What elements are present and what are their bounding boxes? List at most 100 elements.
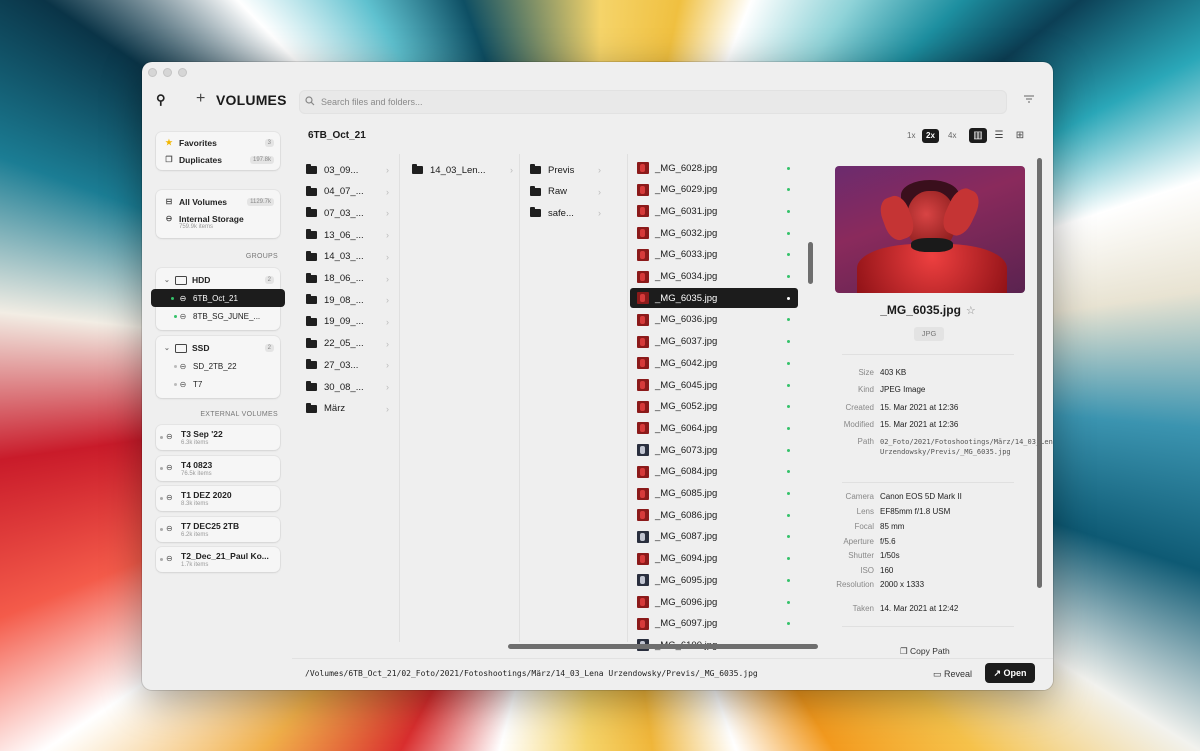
file-label: _MG_6084.jpg bbox=[655, 466, 718, 478]
file-label: _MG_6073.jpg bbox=[655, 444, 718, 456]
external-volume-item[interactable]: ⊖ T1 DEZ 2020 8.3k items bbox=[156, 486, 280, 511]
folder-item[interactable]: 14_03_Len... › bbox=[412, 160, 516, 180]
file-label: _MG_6036.jpg bbox=[655, 314, 718, 326]
folder-label: 27_03... bbox=[324, 359, 359, 371]
zoom-4x-button[interactable]: 4x bbox=[944, 129, 960, 143]
file-row[interactable]: _MG_6052.jpg bbox=[630, 397, 798, 417]
zoom-2x-button[interactable]: 2x bbox=[922, 129, 939, 143]
status-dot bbox=[787, 448, 790, 452]
file-row[interactable]: _MG_6094.jpg bbox=[630, 549, 798, 569]
file-row[interactable]: _MG_6085.jpg bbox=[630, 484, 798, 504]
file-row[interactable]: _MG_6028.jpg bbox=[630, 158, 798, 178]
external-volume-item[interactable]: ⊖ T7 DEC25 2TB 6.2k items bbox=[156, 517, 280, 542]
folder-item[interactable]: 22_05_... › bbox=[306, 334, 398, 354]
list-view-icon[interactable]: ☰ bbox=[990, 128, 1008, 143]
reveal-button[interactable]: ▭ Reveal bbox=[927, 664, 978, 684]
volume-item-t7[interactable]: ⊖ T7 bbox=[156, 375, 280, 393]
folder-item[interactable]: safe... › bbox=[530, 203, 626, 223]
add-icon[interactable]: + bbox=[196, 90, 205, 108]
folder-item[interactable]: 30_08_... › bbox=[306, 377, 398, 397]
copy-path-button[interactable]: ❐ Copy Path bbox=[900, 646, 950, 657]
zoom-1x-button[interactable]: 1x bbox=[903, 129, 919, 143]
group-header-hdd[interactable]: ⌄ HDD 2 bbox=[156, 271, 280, 289]
status-dot bbox=[174, 314, 177, 318]
divider bbox=[842, 354, 1014, 355]
chevron-down-icon[interactable]: ⌄ bbox=[164, 276, 172, 284]
folder-item[interactable]: Previs › bbox=[530, 160, 626, 180]
chevron-right-icon: › bbox=[386, 338, 389, 349]
sidebar-item-duplicates[interactable]: ❐ Duplicates 197.8k bbox=[156, 151, 280, 168]
folder-item[interactable]: März › bbox=[306, 399, 398, 419]
file-row[interactable]: _MG_6087.jpg bbox=[630, 527, 798, 547]
file-label: _MG_6064.jpg bbox=[655, 422, 718, 434]
folder-item[interactable]: 27_03... › bbox=[306, 355, 398, 375]
folder-item[interactable]: 18_06_... › bbox=[306, 269, 398, 289]
grid-view-icon[interactable]: ⊞ bbox=[1011, 128, 1029, 143]
file-row[interactable]: _MG_6033.jpg bbox=[630, 245, 798, 265]
folder-item[interactable]: 13_06_... › bbox=[306, 225, 398, 245]
file-row[interactable]: _MG_6045.jpg bbox=[630, 375, 798, 395]
count-badge: 197.8k bbox=[249, 155, 274, 164]
groups-heading: GROUPS bbox=[245, 253, 278, 260]
folder-item[interactable]: Raw › bbox=[530, 182, 626, 202]
external-volume-item[interactable]: ⊖ T2_Dec_21_Paul Ko... 1.7k items bbox=[156, 547, 280, 572]
group-ssd: ⌄ SSD 2 ⊖ SD_2TB_22 ⊖ T7 bbox=[156, 336, 280, 398]
close-window-button[interactable] bbox=[148, 68, 157, 77]
copy-icon: ❐ bbox=[900, 646, 908, 656]
file-row[interactable]: _MG_6096.jpg bbox=[630, 592, 798, 612]
search-bar[interactable] bbox=[299, 90, 1007, 114]
external-volume-item[interactable]: ⊖ T3 Sep '22 6.3k items bbox=[156, 425, 280, 450]
file-row[interactable]: _MG_6032.jpg bbox=[630, 223, 798, 243]
file-row[interactable]: _MG_6037.jpg bbox=[630, 332, 798, 352]
file-row[interactable]: _MG_6084.jpg bbox=[630, 462, 798, 482]
thumbnail-icon bbox=[637, 487, 649, 500]
file-row[interactable]: _MG_6035.jpg bbox=[630, 288, 798, 309]
file-row[interactable]: _MG_6064.jpg bbox=[630, 418, 798, 438]
status-dot bbox=[787, 296, 790, 300]
file-row[interactable]: _MG_6042.jpg bbox=[630, 353, 798, 373]
info-panel-scrollbar[interactable] bbox=[1037, 158, 1042, 588]
favorite-star-icon[interactable]: ☆ bbox=[966, 305, 976, 317]
zoom-window-button[interactable] bbox=[178, 68, 187, 77]
folder-item[interactable]: 07_03_... › bbox=[306, 203, 398, 223]
volume-item-sd-2tb-22[interactable]: ⊖ SD_2TB_22 bbox=[156, 357, 280, 375]
file-label: _MG_6097.jpg bbox=[655, 618, 718, 630]
sidebar-item-all-volumes[interactable]: ⊟ All Volumes 1129.7k bbox=[156, 193, 280, 210]
volume-item-6tb-oct-21[interactable]: ⊖ 6TB_Oct_21 bbox=[151, 289, 285, 307]
open-button[interactable]: ↗ Open bbox=[985, 663, 1035, 683]
group-header-ssd[interactable]: ⌄ SSD 2 bbox=[156, 339, 280, 357]
file-list-scrollbar[interactable] bbox=[808, 242, 813, 284]
file-row[interactable]: _MG_6086.jpg bbox=[630, 505, 798, 525]
status-dot bbox=[787, 470, 790, 474]
folder-icon bbox=[412, 164, 423, 174]
chevron-down-icon[interactable]: ⌄ bbox=[164, 344, 172, 352]
external-volume-item[interactable]: ⊖ T4 0823 76.5k items bbox=[156, 456, 280, 481]
folder-item[interactable]: 19_09_... › bbox=[306, 312, 398, 332]
file-row[interactable]: _MG_6036.jpg bbox=[630, 310, 798, 330]
folder-icon bbox=[306, 185, 317, 196]
file-row[interactable]: _MG_6029.jpg bbox=[630, 180, 798, 200]
chevron-right-icon: › bbox=[386, 316, 389, 327]
folder-item[interactable]: 14_03_... › bbox=[306, 247, 398, 267]
sidebar-item-internal-storage[interactable]: ⊖ Internal Storage 759.9k items bbox=[156, 210, 280, 236]
minimize-window-button[interactable] bbox=[163, 68, 172, 77]
file-row[interactable]: _MG_6031.jpg bbox=[630, 201, 798, 221]
window-controls bbox=[148, 68, 187, 77]
file-row[interactable]: _MG_6073.jpg bbox=[630, 440, 798, 460]
sidebar-item-favorites[interactable]: ★ Favorites 3 bbox=[156, 134, 280, 151]
chevron-right-icon: › bbox=[386, 208, 389, 219]
breadcrumb[interactable]: 6TB_Oct_21 bbox=[308, 130, 366, 141]
file-row[interactable]: _MG_6034.jpg bbox=[630, 267, 798, 287]
horizontal-scrollbar[interactable] bbox=[508, 644, 818, 649]
folder-item[interactable]: 19_08_... › bbox=[306, 290, 398, 310]
file-row[interactable]: _MG_6097.jpg bbox=[630, 614, 798, 634]
file-label: _MG_6042.jpg bbox=[655, 357, 718, 369]
bottom-bar: /Volumes/6TB_Oct_21/02_Foto/2021/Fotosho… bbox=[292, 658, 1053, 690]
volume-item-8tb-sg[interactable]: ⊖ 8TB_SG_JUNE_... bbox=[156, 307, 280, 325]
search-input[interactable] bbox=[321, 97, 1007, 107]
folder-item[interactable]: 04_07_... › bbox=[306, 182, 398, 202]
columns-view-icon[interactable]: ▥ bbox=[969, 128, 987, 143]
filter-icon[interactable] bbox=[1024, 95, 1036, 106]
file-row[interactable]: _MG_6095.jpg bbox=[630, 570, 798, 590]
folder-item[interactable]: 03_09... › bbox=[306, 160, 398, 180]
